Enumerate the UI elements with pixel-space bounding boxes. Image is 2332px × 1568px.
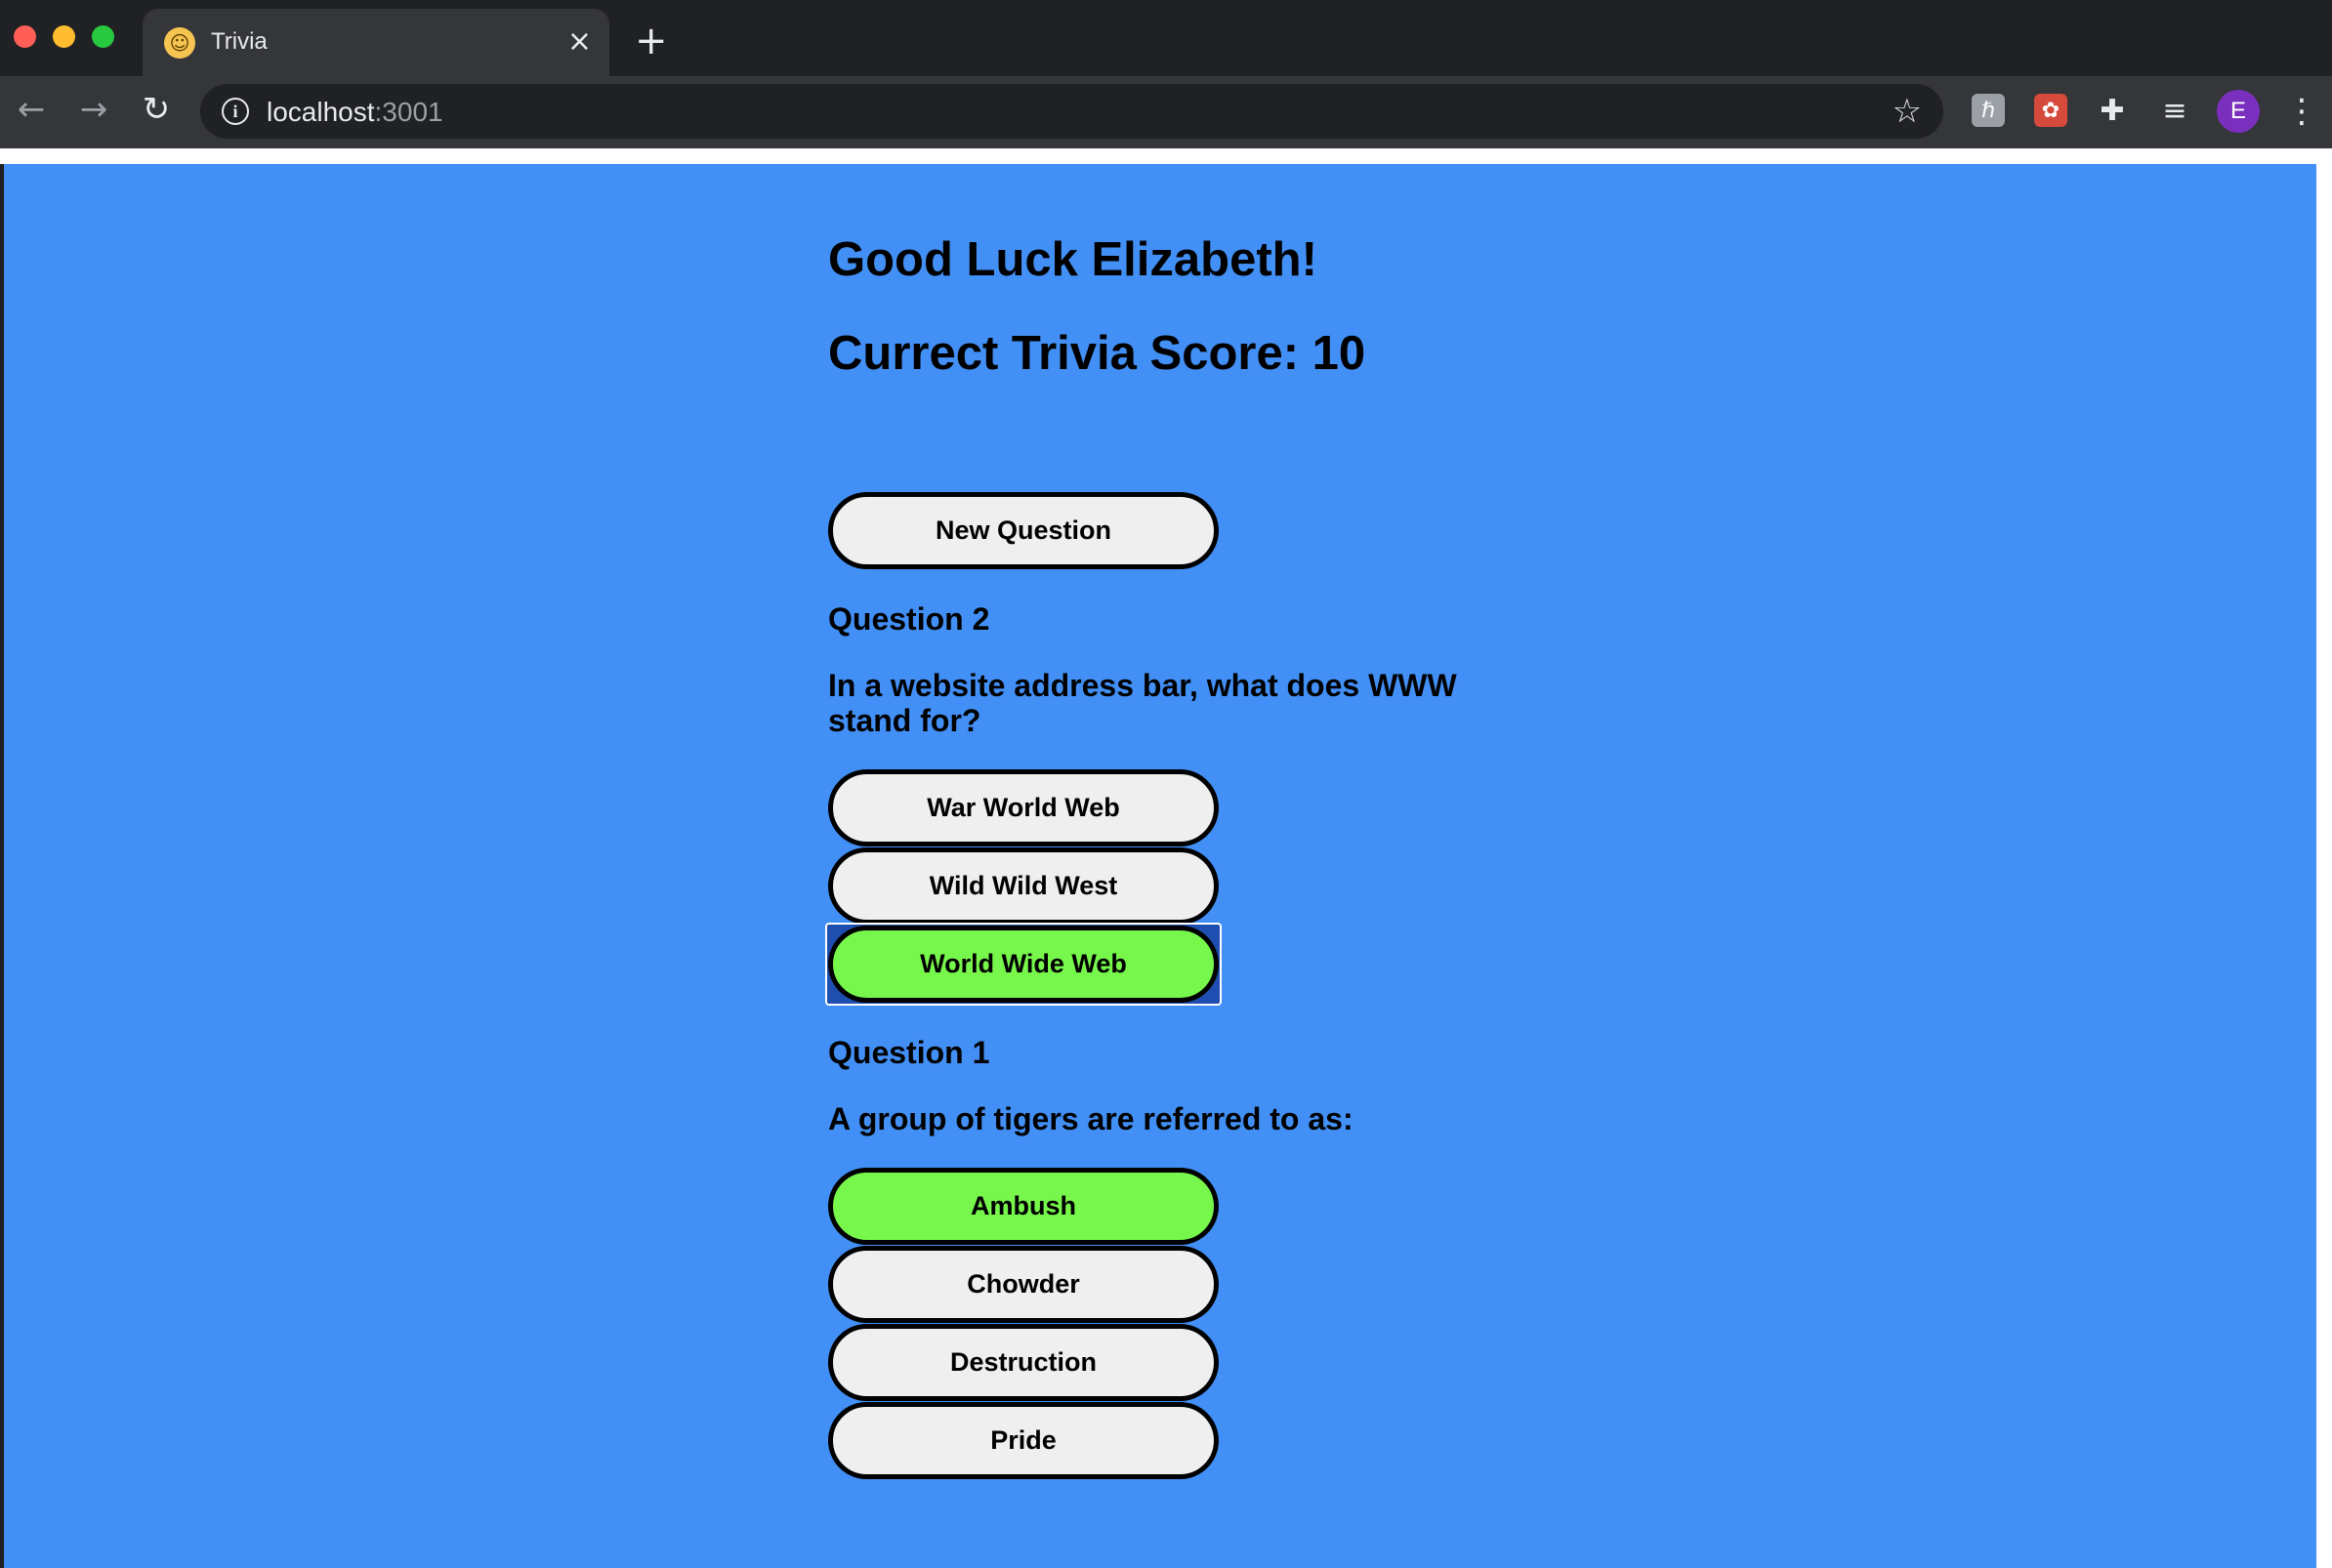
bookmark-star-icon[interactable]: ☆ [1893,92,1922,131]
question-text: In a website address bar, what does WWW … [828,668,1457,738]
tab-title: Trivia [211,28,268,55]
question-label: Question 1 [828,1035,990,1070]
question-text: A group of tigers are referred to as: [828,1101,1353,1136]
browser-toolbar: ← → ↻ i localhost:3001 ☆ ℏ ✿ ✚ ≡ E ⋮ [0,76,2332,148]
scrollbar-track[interactable] [2316,148,2332,1568]
extensions-puzzle-icon[interactable]: ✚ [2096,94,2129,128]
score-heading: Currect Trivia Score: 10 [828,327,1366,380]
answer-button[interactable]: Pride [828,1402,1219,1479]
url-host: localhost [267,97,375,127]
extension-icon[interactable]: ✿ [2034,94,2067,127]
answer-button[interactable]: War World Web [828,769,1219,846]
browser-chrome: ☺ Trivia × + ← → ↻ i localhost:3001 ☆ ℏ … [0,0,2332,148]
minimize-window-button[interactable] [53,25,75,48]
question-label: Question 2 [828,601,990,637]
close-tab-icon[interactable]: × [567,24,592,60]
more-menu-icon[interactable]: ⋮ [2285,90,2318,133]
page-viewport: Good Luck Elizabeth! Currect Trivia Scor… [4,164,2316,1568]
browser-tab[interactable]: ☺ Trivia × [143,9,609,76]
extension-icon[interactable]: ℏ [1972,94,2005,127]
info-icon[interactable]: i [222,98,249,125]
answer-button[interactable]: Destruction [828,1324,1219,1401]
answer-button[interactable]: Chowder [828,1246,1219,1323]
page-top-border [0,148,2332,164]
forward-icon[interactable]: → [72,88,115,131]
answer-button-correct[interactable]: World Wide Web [828,926,1219,1003]
zoom-window-button[interactable] [92,25,114,48]
address-bar[interactable]: i localhost:3001 ☆ [200,84,1943,139]
profile-avatar[interactable]: E [2217,90,2260,133]
back-icon[interactable]: ← [10,88,53,131]
title-bar: ☺ Trivia × + [0,0,2332,76]
answer-button-correct[interactable]: Ambush [828,1168,1219,1245]
reload-icon[interactable]: ↻ [135,88,178,131]
media-playlist-icon[interactable]: ≡ [2158,94,2191,128]
url-port: :3001 [374,97,443,127]
new-question-button[interactable]: New Question [828,492,1219,569]
url-text: localhost:3001 [267,97,443,128]
answer-button[interactable]: Wild Wild West [828,847,1219,925]
new-tab-button[interactable]: + [635,21,668,61]
close-window-button[interactable] [14,25,36,48]
greeting-heading: Good Luck Elizabeth! [828,233,1317,286]
nerd-face-icon: ☺ [164,27,195,59]
